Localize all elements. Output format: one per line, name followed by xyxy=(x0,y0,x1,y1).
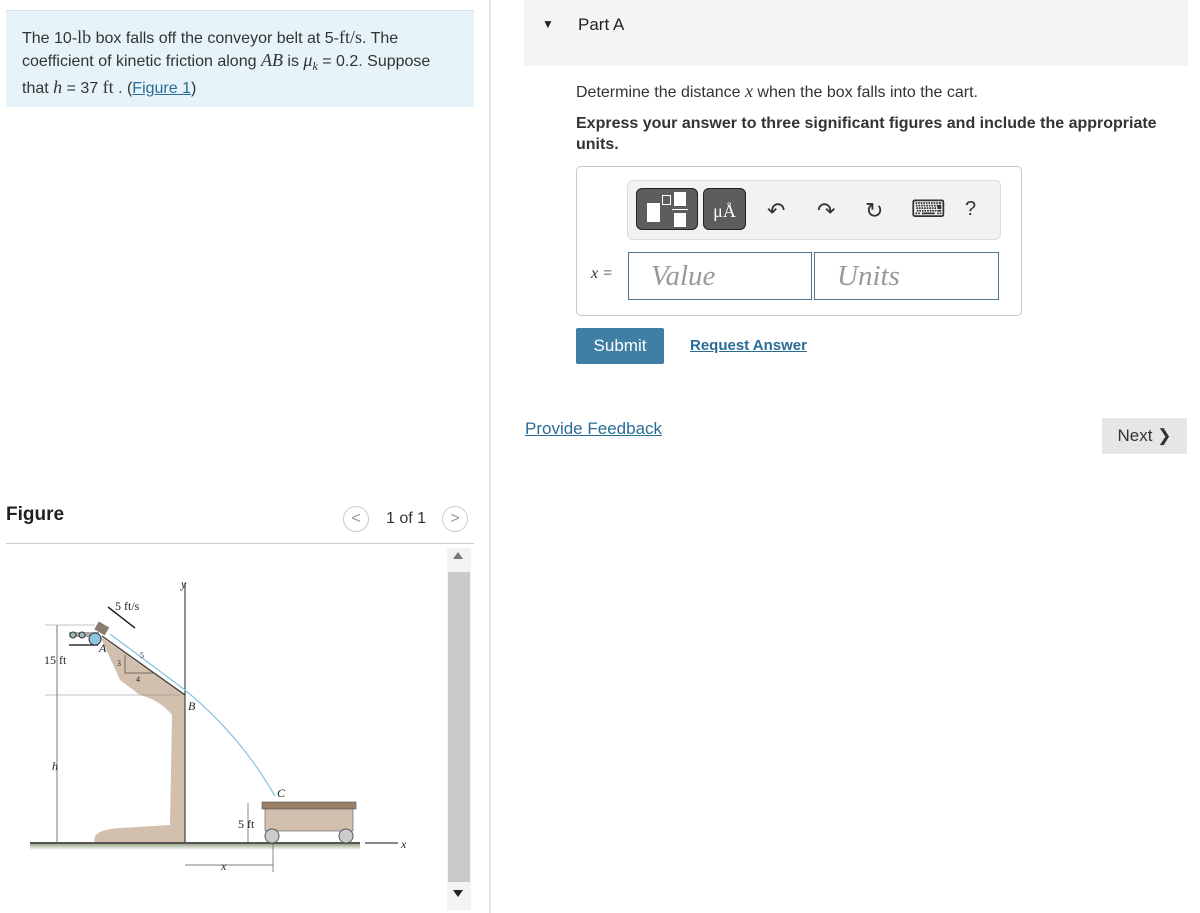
var-x: x xyxy=(744,81,753,101)
label-a: A xyxy=(98,641,107,655)
scroll-up-arrow[interactable] xyxy=(453,552,463,559)
templates-button[interactable] xyxy=(636,188,698,230)
text: when the box falls into the cart. xyxy=(752,84,978,101)
redo-icon[interactable]: ↷ xyxy=(817,198,835,224)
label-h: h xyxy=(52,759,58,773)
next-figure-button[interactable]: > xyxy=(442,506,468,532)
label-15ft: 15 ft xyxy=(44,653,67,667)
label-c: C xyxy=(277,786,286,800)
help-icon[interactable]: ? xyxy=(965,198,976,221)
scrollbar-thumb[interactable] xyxy=(448,572,470,882)
label-speed: 5 ft/s xyxy=(115,599,140,613)
scroll-down-arrow[interactable] xyxy=(453,890,463,897)
pane-divider[interactable] xyxy=(489,0,491,913)
question-text: Determine the distance x when the box fa… xyxy=(576,81,978,102)
figure-image: 5 ft/s y A B C 15 ft h 5 ft x x 3 4 5 xyxy=(30,577,407,873)
ground xyxy=(30,843,360,850)
chevron-right-icon: ❯ xyxy=(1157,426,1172,445)
undo-icon[interactable]: ↶ xyxy=(767,198,785,224)
label-3: 3 xyxy=(117,659,121,668)
value-input[interactable]: Value xyxy=(628,252,812,300)
part-title: Part A xyxy=(578,15,625,34)
submit-button[interactable]: Submit xyxy=(576,328,664,364)
label-b: B xyxy=(188,699,196,713)
collapse-icon[interactable]: ▼ xyxy=(542,17,554,31)
label-x-axis: x xyxy=(400,837,407,851)
label-y: y xyxy=(180,577,187,591)
next-button[interactable]: Next ❯ xyxy=(1102,418,1187,454)
label-5: 5 xyxy=(140,651,144,660)
label-4: 4 xyxy=(136,675,140,684)
units-input[interactable]: Units xyxy=(814,252,999,300)
provide-feedback-link[interactable]: Provide Feedback xyxy=(525,419,662,439)
units-button[interactable]: μÅ xyxy=(703,188,746,230)
ramp-structure xyxy=(94,636,185,843)
reset-icon[interactable]: ↻ xyxy=(865,198,883,224)
next-label: Next xyxy=(1117,426,1153,445)
answer-label: x = xyxy=(591,265,613,282)
request-answer-link[interactable]: Request Answer xyxy=(690,337,807,354)
trajectory xyxy=(109,633,276,797)
text: Determine the distance xyxy=(576,84,745,101)
keyboard-icon[interactable]: ⌨ xyxy=(911,195,946,224)
instructions: Express your answer to three significant… xyxy=(576,115,1157,153)
label-5ft: 5 ft xyxy=(238,817,255,831)
cart xyxy=(261,801,357,810)
label-x: x xyxy=(220,859,227,873)
